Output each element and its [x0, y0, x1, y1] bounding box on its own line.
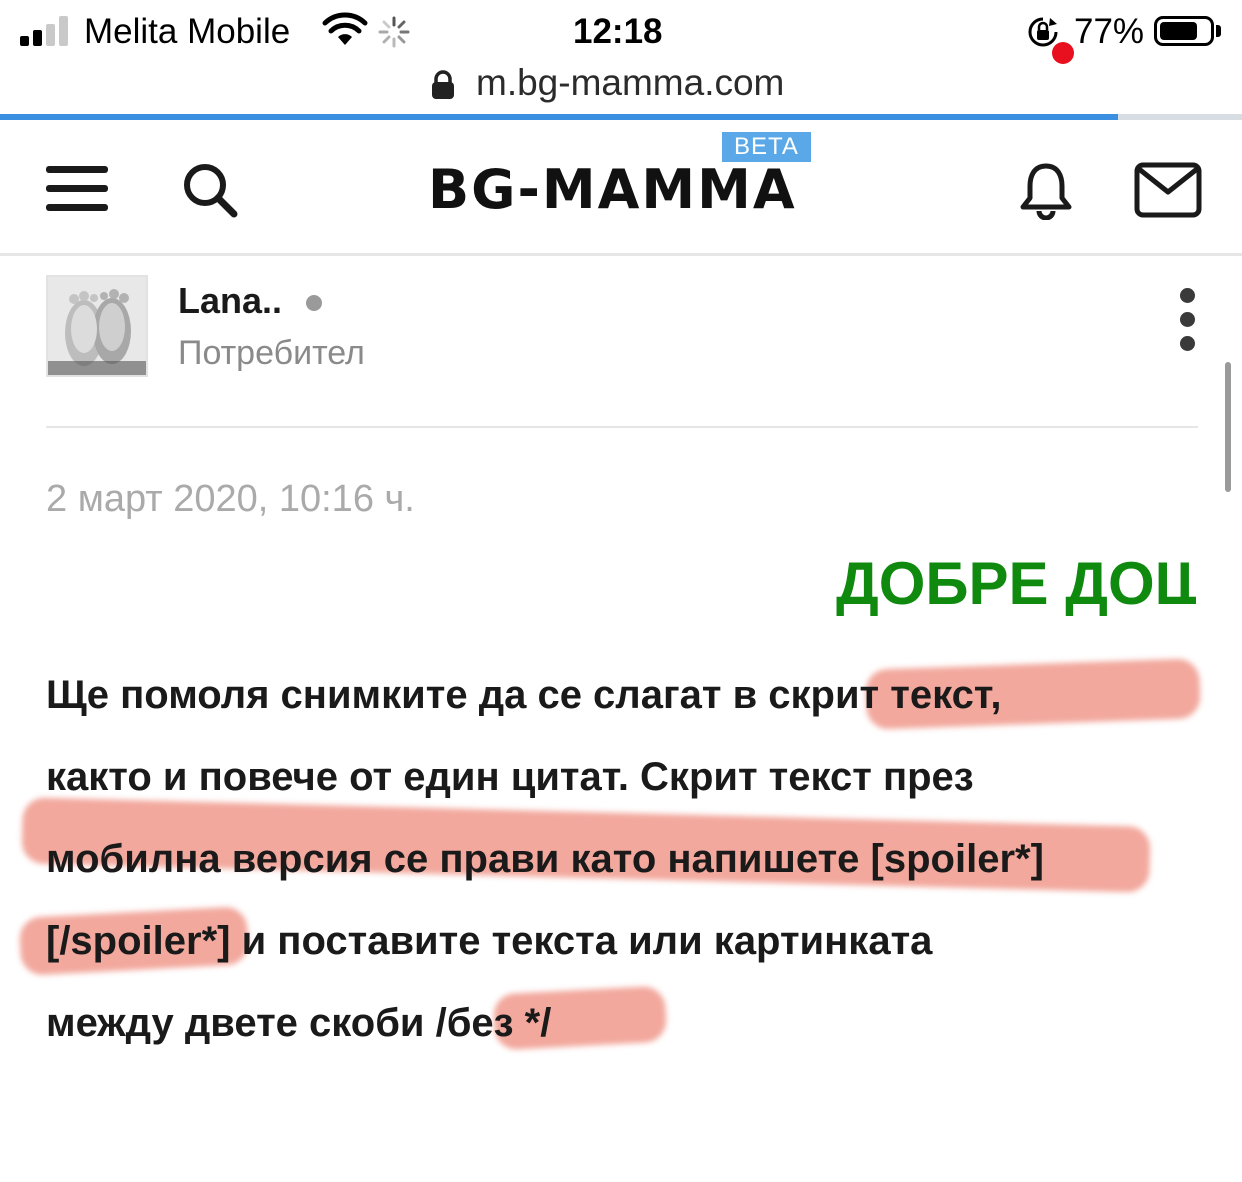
- battery-percent: 77%: [1074, 12, 1145, 51]
- cellular-signal-icon: [20, 16, 72, 46]
- author-name[interactable]: Lana..: [178, 280, 282, 322]
- avatar[interactable]: [46, 275, 148, 377]
- divider: [46, 426, 1198, 428]
- post-body-line: между двете скоби /без */: [46, 1001, 552, 1045]
- clock: 12:18: [573, 12, 663, 51]
- post-body: Ще помоля снимките да се слагат в скрит …: [46, 654, 1206, 1064]
- address-bar[interactable]: m.bg-mamma.com: [0, 60, 1242, 112]
- bell-icon[interactable]: [1016, 158, 1076, 220]
- welcome-heading-container: ДОБРЕ ДОШЛИ: [46, 548, 1196, 620]
- post-body-line: както и повече от един цитат. Скрит текс…: [46, 755, 974, 799]
- carrier-name: Melita Mobile: [84, 12, 291, 51]
- mail-icon[interactable]: [1134, 162, 1202, 218]
- scrollbar[interactable]: [1225, 362, 1231, 492]
- baby-feet-photo: [48, 277, 146, 375]
- site-header: BG-MAMMA BETA: [0, 120, 1242, 256]
- beta-badge: BETA: [722, 132, 811, 162]
- post-body-line: [/spoiler*] и поставите текста или карти…: [46, 919, 933, 963]
- author-role: Потребител: [178, 334, 365, 372]
- search-icon[interactable]: [180, 160, 240, 220]
- wifi-icon: [322, 12, 368, 45]
- battery-icon: [1154, 16, 1214, 46]
- lock-icon: [432, 70, 454, 99]
- post-date: 2 март 2020, 10:16 ч.: [46, 478, 415, 520]
- menu-icon[interactable]: [46, 166, 108, 212]
- url-text[interactable]: m.bg-mamma.com: [476, 62, 784, 104]
- battery-cap: [1216, 25, 1221, 37]
- post-body-line: мобилна версия се прави като напишете [s…: [46, 837, 1044, 881]
- more-options-icon[interactable]: [1172, 288, 1202, 352]
- welcome-heading: ДОБРЕ ДОШЛИ: [836, 550, 1196, 617]
- notification-dot: [1052, 42, 1074, 64]
- online-status-icon: [306, 295, 322, 311]
- loading-spinner-icon: [378, 16, 410, 48]
- site-logo[interactable]: BG-MAMMA: [428, 160, 797, 220]
- post-body-line: Ще помоля снимките да се слагат в скрит …: [46, 673, 1002, 717]
